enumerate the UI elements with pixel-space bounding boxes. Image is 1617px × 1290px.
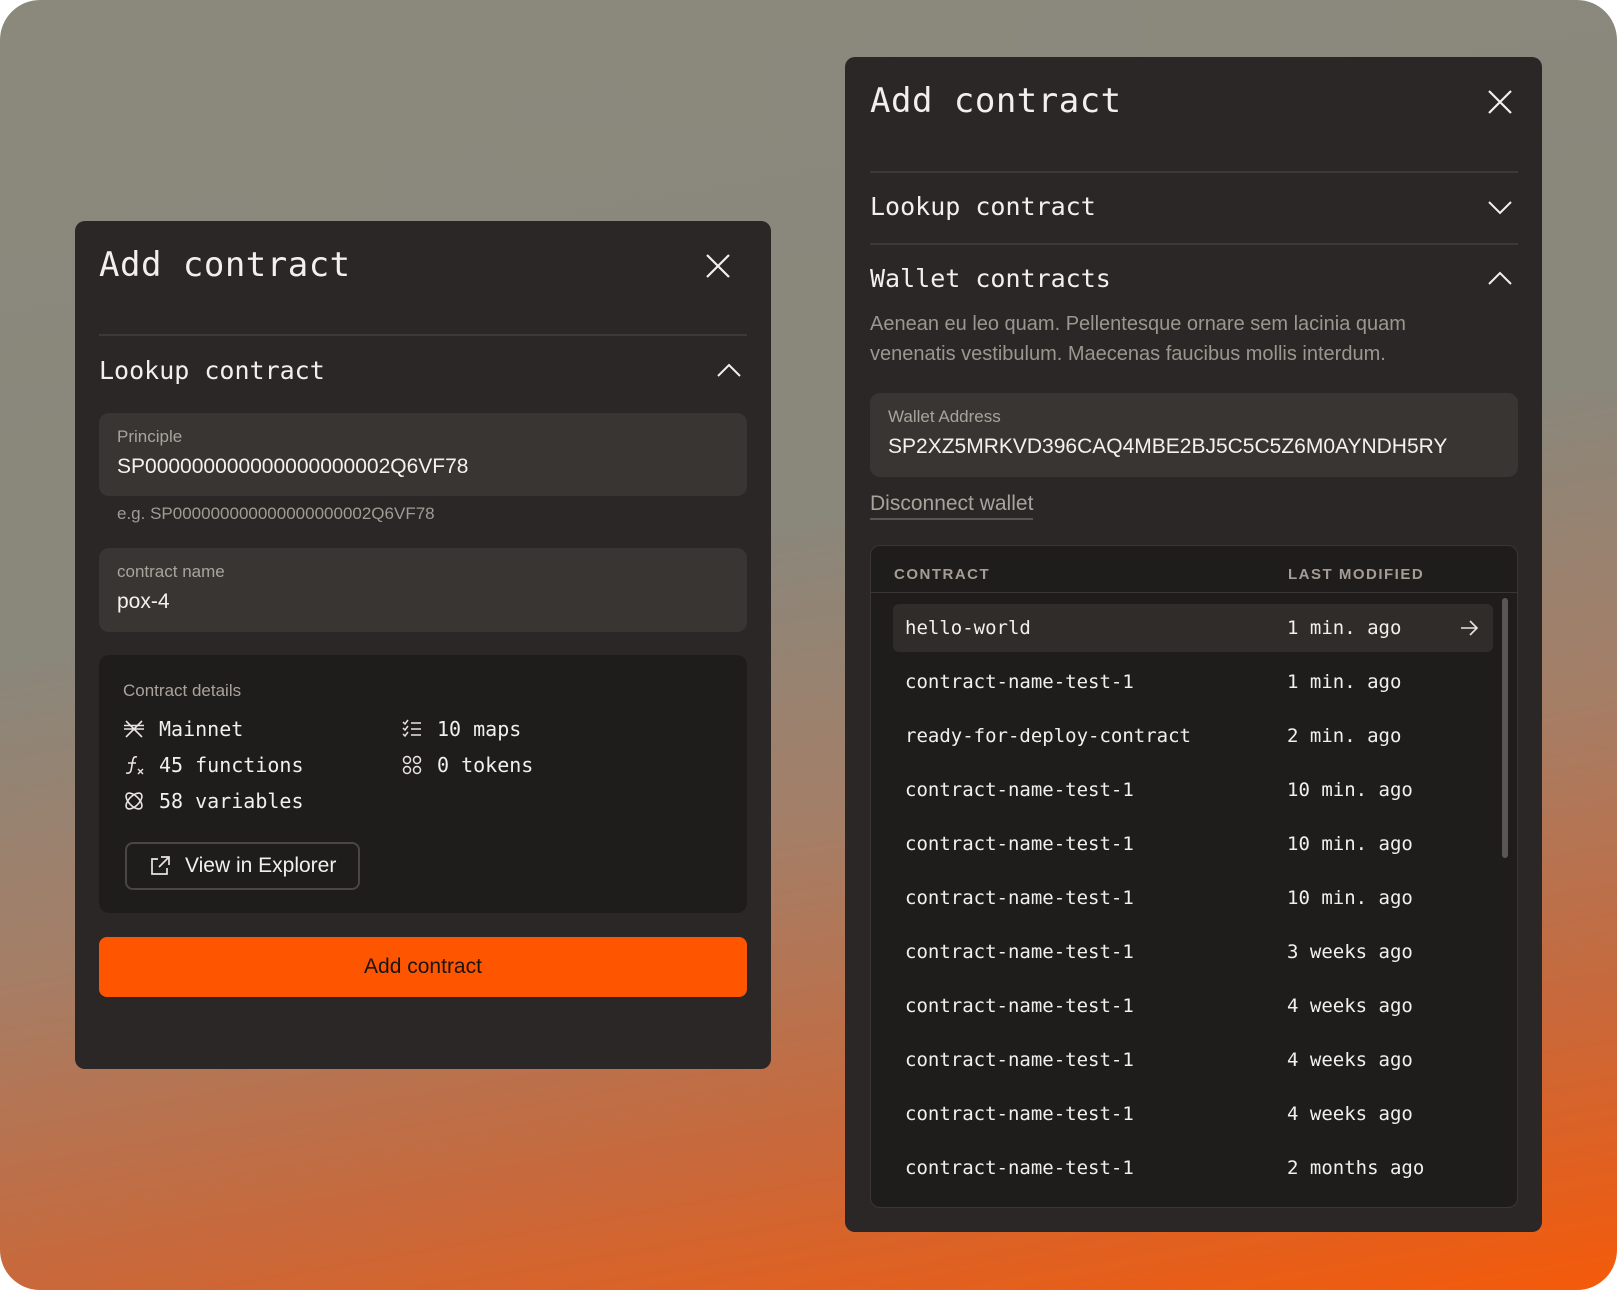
- table-row[interactable]: contract-name-test-1 4 weeks ago: [893, 1036, 1493, 1084]
- arrow-right-icon[interactable]: [1459, 618, 1479, 638]
- last-modified: 3 weeks ago: [1287, 941, 1413, 963]
- field-value: SP000000000000000000002Q6VF78: [117, 455, 469, 478]
- contract-name: contract-name-test-1: [905, 1049, 1134, 1071]
- detail-text: 58 variables: [159, 789, 304, 813]
- list-check-icon: [402, 719, 421, 738]
- contract-name: ready-for-deploy-contract: [905, 725, 1191, 747]
- add-contract-dialog-wallet: Add contract Lookup contract Wallet cont…: [845, 57, 1542, 1232]
- contract-name: contract-name-test-1: [905, 1103, 1134, 1125]
- contract-name: contract-name-test-1: [905, 887, 1134, 909]
- detail-tokens: 0 tokens: [401, 753, 533, 777]
- external-link-icon: [151, 856, 170, 875]
- detail-text: 10 maps: [437, 717, 522, 741]
- tokens-icon: [402, 755, 422, 775]
- table-row[interactable]: contract-name-test-1 10 min. ago: [893, 820, 1493, 868]
- contract-name-input[interactable]: contract name pox-4: [99, 548, 747, 632]
- background: Add contract Lookup contract Principle S…: [0, 0, 1617, 1290]
- header-divider: [871, 592, 1517, 593]
- section-title: Lookup contract: [99, 356, 325, 385]
- add-contract-dialog-lookup: Add contract Lookup contract Principle S…: [75, 221, 771, 1069]
- column-header-last-modified: LAST MODIFIED: [1288, 566, 1425, 583]
- column-header-contract: CONTRACT: [894, 566, 991, 583]
- table-row[interactable]: hello-world 1 min. ago: [893, 604, 1493, 652]
- field-label: Principle: [117, 427, 183, 446]
- last-modified: 10 min. ago: [1287, 779, 1413, 801]
- table-row[interactable]: contract-name-test-1 4 weeks ago: [893, 982, 1493, 1030]
- table-row[interactable]: contract-name-test-1 3 weeks ago: [893, 928, 1493, 976]
- table-row[interactable]: contract-name-test-1 2 months ago: [893, 1144, 1493, 1192]
- contract-details-card: Contract details Mainnet 45 functions 58…: [99, 655, 747, 913]
- close-icon[interactable]: [705, 253, 731, 279]
- dialog-title: Add contract: [870, 81, 1122, 121]
- chevron-up-icon[interactable]: [717, 363, 741, 377]
- principle-hint: e.g. SP000000000000000000002Q6VF78: [117, 504, 435, 523]
- last-modified: 2 months ago: [1287, 1157, 1425, 1179]
- field-value: SP2XZ5MRKVD396CAQ4MBE2BJ5C5C5Z6M0AYNDH5R…: [888, 435, 1448, 458]
- field-value: pox-4: [117, 590, 170, 613]
- table-row[interactable]: contract-name-test-1 1 min. ago: [893, 658, 1493, 706]
- table-row[interactable]: ready-for-deploy-contract 2 min. ago: [893, 712, 1493, 760]
- function-icon: [125, 756, 144, 775]
- contract-name: contract-name-test-1: [905, 941, 1134, 963]
- section-title: Lookup contract: [870, 192, 1096, 221]
- last-modified: 1 min. ago: [1287, 617, 1402, 639]
- detail-text: 45 functions: [159, 753, 304, 777]
- button-label: View in Explorer: [185, 854, 337, 877]
- last-modified: 10 min. ago: [1287, 833, 1413, 855]
- detail-maps: 10 maps: [401, 717, 521, 741]
- wallet-contracts-table: CONTRACT LAST MODIFIED hello-world 1 min.…: [870, 545, 1518, 1208]
- add-contract-button[interactable]: Add contract: [99, 937, 747, 997]
- view-in-explorer-button[interactable]: View in Explorer: [125, 842, 361, 890]
- last-modified: 1 min. ago: [1287, 671, 1402, 693]
- table-row[interactable]: contract-name-test-1 4 weeks ago: [893, 1090, 1493, 1138]
- table-row[interactable]: contract-name-test-1 10 min. ago: [893, 874, 1493, 922]
- divider: [99, 334, 747, 336]
- contract-name: contract-name-test-1: [905, 833, 1134, 855]
- contract-name: hello-world: [905, 617, 1031, 639]
- contract-name: contract-name-test-1: [905, 1157, 1134, 1179]
- details-title: Contract details: [123, 681, 242, 700]
- principle-input[interactable]: Principle SP000000000000000000002Q6VF78: [99, 413, 747, 496]
- field-label: Wallet Address: [888, 407, 1001, 426]
- last-modified: 10 min. ago: [1287, 887, 1413, 909]
- section-title: Wallet contracts: [870, 264, 1111, 293]
- last-modified: 4 weeks ago: [1287, 1103, 1413, 1125]
- detail-variables: 58 variables: [123, 789, 304, 813]
- last-modified: 2 min. ago: [1287, 725, 1402, 747]
- field-label: contract name: [117, 562, 225, 581]
- disconnect-wallet-link[interactable]: Disconnect wallet: [870, 492, 1034, 520]
- table-row[interactable]: contract-name-test-1 10 min. ago: [893, 766, 1493, 814]
- scrollbar[interactable]: [1502, 598, 1508, 858]
- last-modified: 4 weeks ago: [1287, 995, 1413, 1017]
- close-icon[interactable]: [1487, 89, 1513, 115]
- variables-icon: [125, 792, 143, 810]
- section-description: Aenean eu leo quam. Pellentesque ornare …: [870, 313, 1406, 365]
- detail-network: Mainnet: [123, 717, 243, 741]
- last-modified: 4 weeks ago: [1287, 1049, 1413, 1071]
- divider: [870, 171, 1518, 173]
- network-icon: [124, 720, 144, 738]
- contract-name: contract-name-test-1: [905, 671, 1134, 693]
- wallet-address-field[interactable]: Wallet Address SP2XZ5MRKVD396CAQ4MBE2BJ5…: [870, 393, 1518, 477]
- contract-name: contract-name-test-1: [905, 779, 1134, 801]
- dialog-title: Add contract: [99, 245, 351, 285]
- divider: [870, 243, 1518, 245]
- chevron-up-icon[interactable]: [1488, 271, 1512, 285]
- detail-functions: 45 functions: [123, 753, 304, 777]
- chevron-down-icon[interactable]: [1488, 201, 1512, 215]
- detail-text: 0 tokens: [437, 753, 534, 777]
- contract-name: contract-name-test-1: [905, 995, 1134, 1017]
- detail-text: Mainnet: [159, 717, 244, 741]
